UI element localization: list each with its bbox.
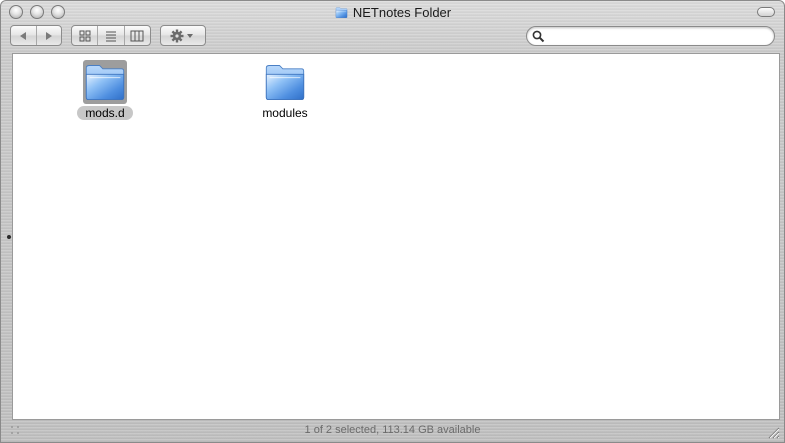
finder-window: NETnotes Folder mods.d modules 1 of 2 se… xyxy=(0,0,785,443)
folder-icon-wrap[interactable] xyxy=(83,60,127,104)
back-forward-control xyxy=(10,25,62,46)
folder-icon-wrap[interactable] xyxy=(263,60,307,104)
sidebar-split-handle[interactable] xyxy=(7,235,11,239)
window-title-text: NETnotes Folder xyxy=(352,5,452,20)
folder-item-label[interactable]: modules xyxy=(254,106,315,120)
forward-arrow-icon xyxy=(45,31,52,40)
folder-item-mods-d[interactable]: mods.d xyxy=(60,60,150,122)
back-button[interactable] xyxy=(11,26,37,45)
toolbar-toggle-button[interactable] xyxy=(757,7,775,17)
toolbar xyxy=(1,25,784,51)
folder-icon xyxy=(334,6,349,19)
status-text: 1 of 2 selected, 113.14 GB available xyxy=(304,424,481,436)
action-menu-button[interactable] xyxy=(160,25,206,46)
action-menu-cell[interactable] xyxy=(161,26,205,45)
search-input[interactable] xyxy=(547,28,771,46)
icon-view-icon xyxy=(79,30,91,41)
folder-icon xyxy=(263,60,307,104)
column-view-button[interactable] xyxy=(125,26,150,45)
title-bar[interactable]: NETnotes Folder xyxy=(1,1,784,25)
window-title: NETnotes Folder xyxy=(1,5,784,20)
chevron-down-icon xyxy=(187,33,193,38)
list-view-button[interactable] xyxy=(98,26,125,45)
list-view-icon xyxy=(105,31,116,41)
back-arrow-icon xyxy=(20,31,27,40)
icon-view-button[interactable] xyxy=(72,26,99,45)
forward-button[interactable] xyxy=(37,26,62,45)
column-view-icon xyxy=(130,30,144,41)
resize-grip-icon[interactable] xyxy=(766,425,780,439)
view-mode-control xyxy=(71,25,151,46)
folder-item-modules[interactable]: modules xyxy=(240,60,330,122)
gear-icon xyxy=(170,29,193,42)
folder-item-label[interactable]: mods.d xyxy=(77,106,133,120)
search-field[interactable] xyxy=(526,26,775,46)
folder-content-area[interactable]: mods.d modules xyxy=(12,53,780,420)
status-bar: 1 of 2 selected, 113.14 GB available xyxy=(1,421,784,441)
folder-icon xyxy=(83,60,127,104)
search-icon xyxy=(532,30,545,43)
